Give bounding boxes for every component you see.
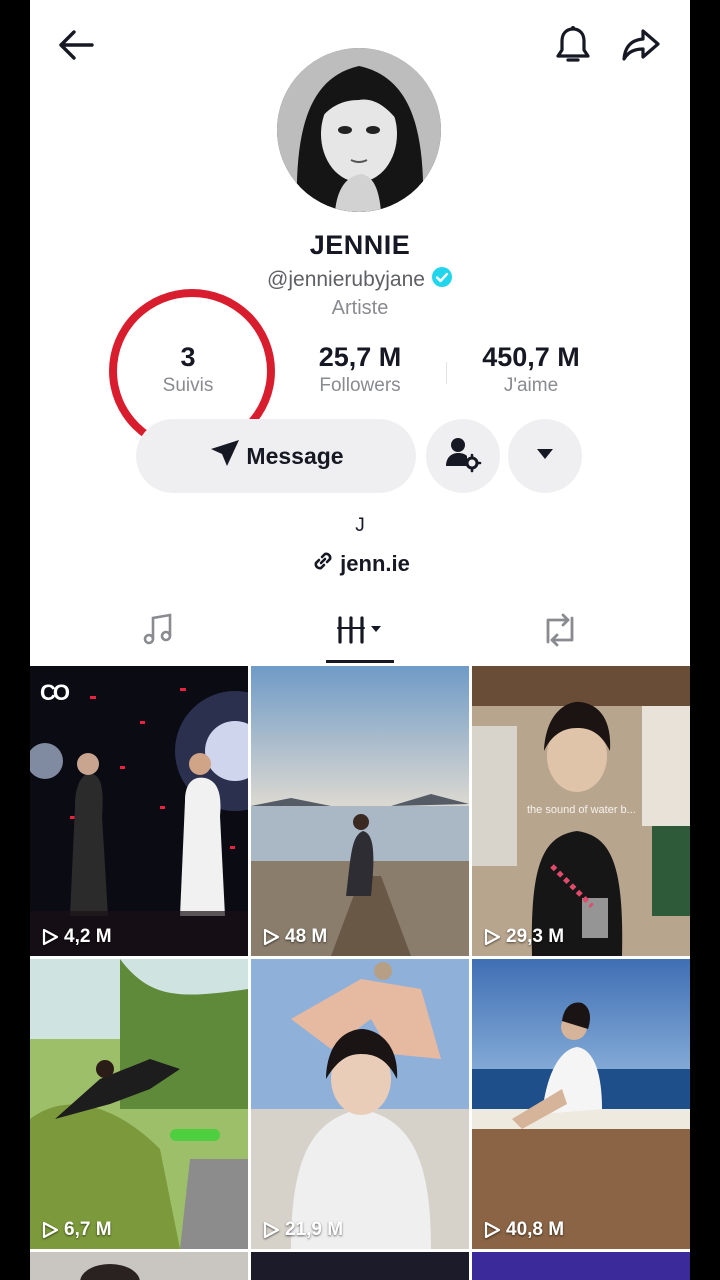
- profile-category: Artiste: [331, 297, 389, 319]
- view-count-text: 21,9 M: [285, 1219, 344, 1240]
- following-count: 3: [180, 342, 196, 372]
- back-arrow-icon[interactable]: [54, 23, 98, 67]
- send-icon: [208, 438, 242, 474]
- video-thumbnail[interactable]: 48 M: [251, 666, 469, 956]
- view-count: 48 M: [261, 926, 327, 948]
- video-thumbnail[interactable]: 21,9 M: [251, 959, 469, 1249]
- view-count: 4,2 M: [40, 926, 112, 948]
- view-count: 29,3 M: [482, 926, 564, 948]
- caret-down-icon: [536, 447, 554, 465]
- profile-handle: @jennierubyjane: [267, 268, 425, 291]
- following-label: Suivis: [162, 375, 214, 396]
- stat-followers[interactable]: 25,7 M Followers: [290, 340, 430, 398]
- video-thumbnail[interactable]: [472, 1252, 690, 1280]
- view-count-text: 29,3 M: [506, 926, 565, 947]
- view-count-text: 4,2 M: [64, 926, 112, 947]
- profile-bio: J: [355, 515, 365, 536]
- grid-icon: [335, 613, 385, 652]
- followers-count: 25,7 M: [318, 342, 402, 372]
- view-count: 21,9 M: [261, 1219, 343, 1241]
- stat-following[interactable]: 3 Suivis: [134, 340, 242, 398]
- profile-link-text: jenn.ie: [340, 551, 410, 576]
- avatar[interactable]: [277, 48, 441, 212]
- likes-count: 450,7 M: [482, 342, 580, 372]
- view-count-text: 40,8 M: [506, 1219, 565, 1240]
- followers-label: Followers: [319, 375, 401, 396]
- view-count-text: 48 M: [285, 926, 328, 947]
- play-icon: [484, 1221, 501, 1239]
- stat-likes[interactable]: 450,7 M J'aime: [460, 340, 602, 398]
- tab-active-indicator: [326, 660, 394, 663]
- tab-videos[interactable]: [250, 600, 470, 664]
- content-tabs: [30, 600, 690, 664]
- link-icon: [310, 548, 336, 580]
- music-note-icon: [140, 612, 176, 653]
- video-thumbnail[interactable]: 40,8 M: [472, 959, 690, 1249]
- play-icon: [484, 928, 501, 946]
- video-thumbnail[interactable]: [30, 1252, 248, 1280]
- tab-music[interactable]: [48, 600, 268, 664]
- stat-divider: [446, 362, 447, 384]
- repost-icon: [540, 612, 580, 653]
- stat-divider: [272, 362, 273, 384]
- message-button[interactable]: Message: [136, 419, 416, 493]
- play-icon: [42, 1221, 59, 1239]
- play-icon: [42, 928, 59, 946]
- person-gear-icon: [443, 434, 483, 479]
- view-count-text: 6,7 M: [64, 1219, 112, 1240]
- cc-badge: CO: [40, 680, 70, 705]
- verified-badge-icon: [431, 266, 453, 294]
- handle-row: @jennierubyjane: [30, 266, 690, 294]
- profile-link[interactable]: jenn.ie: [30, 548, 690, 580]
- play-icon: [263, 1221, 280, 1239]
- video-thumbnail[interactable]: 6,7 M: [30, 959, 248, 1249]
- video-thumbnail[interactable]: [251, 1252, 469, 1280]
- play-icon: [263, 928, 280, 946]
- likes-label: J'aime: [503, 375, 559, 396]
- message-label: Message: [246, 442, 344, 469]
- video-caption: the sound of water b...: [527, 804, 636, 816]
- profile-name: JENNIE: [309, 230, 411, 260]
- view-count: 6,7 M: [40, 1219, 112, 1241]
- share-icon[interactable]: [619, 23, 663, 67]
- profile-screen: JENNIE @jennierubyjane Artiste 3 Suivis …: [30, 0, 690, 1280]
- more-dropdown-button[interactable]: [508, 419, 582, 493]
- view-count: 40,8 M: [482, 1219, 564, 1241]
- video-thumbnail[interactable]: the sound of water b... 29,3 M: [472, 666, 690, 956]
- bell-icon[interactable]: [551, 23, 595, 67]
- tab-reposts[interactable]: [450, 600, 670, 664]
- video-thumbnail[interactable]: CO 4,2 M: [30, 666, 248, 956]
- add-friend-button[interactable]: [426, 419, 500, 493]
